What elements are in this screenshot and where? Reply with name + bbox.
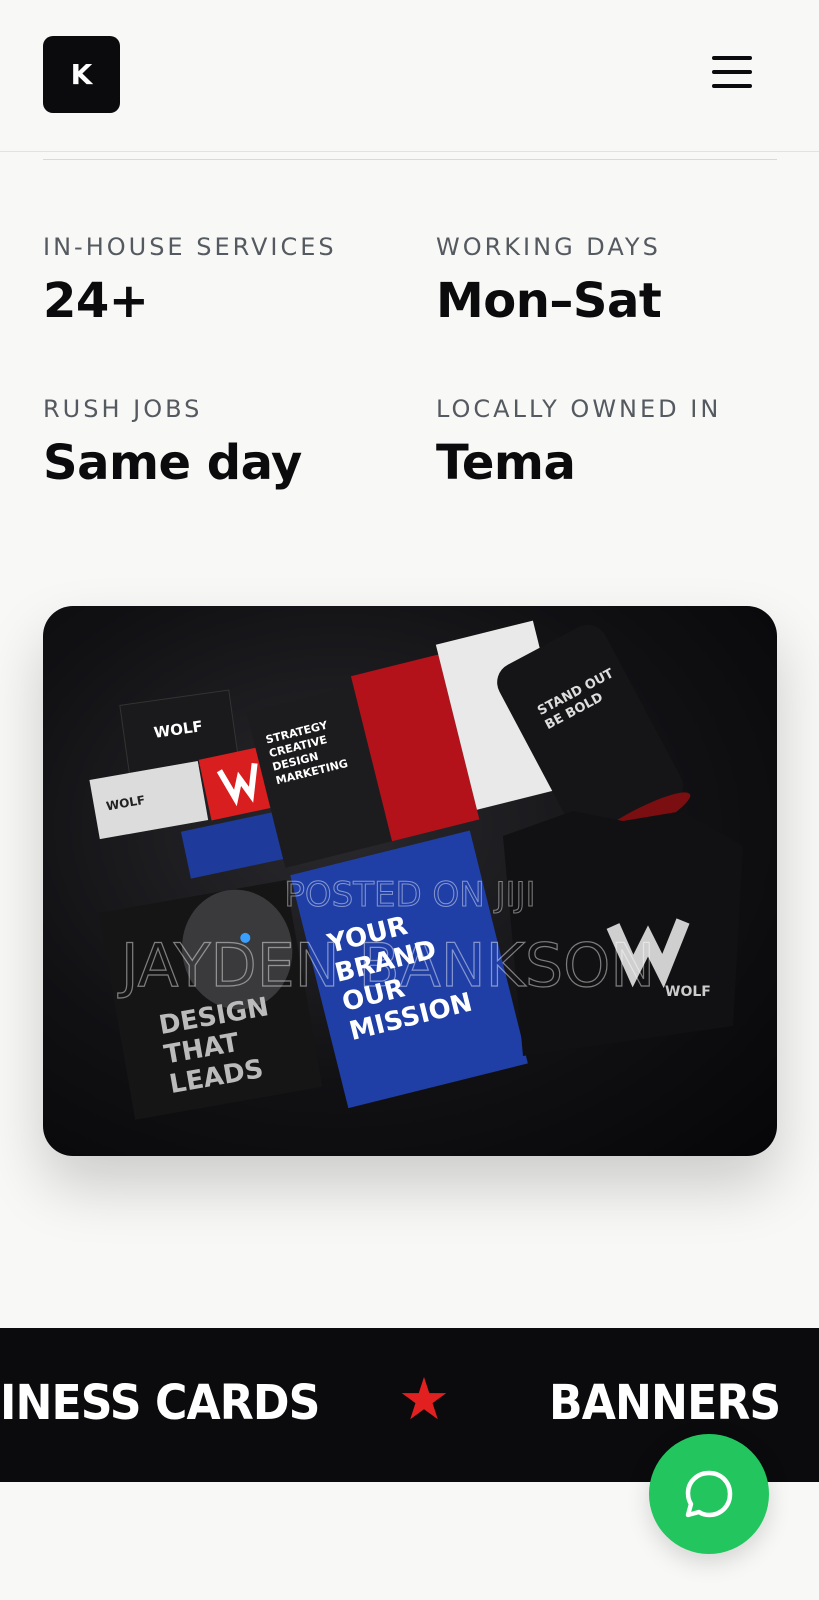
marquee-item: BANNERS <box>549 1375 781 1431</box>
hamburger-icon-line <box>712 84 752 88</box>
stat-label: IN-HOUSE SERVICES <box>43 233 337 261</box>
stat-label: WORKING DAYS <box>436 233 661 261</box>
stat-label: LOCALLY OWNED IN <box>436 395 722 423</box>
stat-working-days: WORKING DAYS Mon–Sat <box>436 233 662 329</box>
section-divider <box>43 159 777 160</box>
chat-bubble-icon <box>685 1470 733 1518</box>
hamburger-menu-button[interactable] <box>708 52 756 92</box>
business-card-white: WOLF <box>89 760 209 840</box>
stat-rush-jobs: RUSH JOBS Same day <box>43 395 302 491</box>
mockup-illustration: WOLF WOLF STRATEGY CREATIVE DESIGN MARKE… <box>89 620 743 1120</box>
marquee-item: INESS CARDS <box>0 1375 320 1431</box>
stat-value: Tema <box>436 435 576 491</box>
watermark-name: JAYDEN BANKSON <box>117 931 655 1001</box>
hamburger-icon-line <box>712 70 752 74</box>
stat-in-house-services: IN-HOUSE SERVICES 24+ <box>43 233 337 329</box>
logo-letter: K <box>70 58 93 91</box>
site-header: K <box>0 0 819 152</box>
stat-value: 24+ <box>43 273 149 329</box>
stat-locally-owned: LOCALLY OWNED IN Tema <box>436 395 721 491</box>
stat-value: Same day <box>43 435 302 491</box>
logo[interactable]: K <box>43 36 120 113</box>
tshirt-brand-text: WOLF <box>665 984 711 1000</box>
whatsapp-chat-button[interactable] <box>649 1434 769 1554</box>
branding-mockup-image: WOLF WOLF STRATEGY CREATIVE DESIGN MARKE… <box>43 606 777 1156</box>
hamburger-icon <box>712 56 752 60</box>
stat-label: RUSH JOBS <box>43 395 203 423</box>
star-icon: ★ <box>398 1365 450 1433</box>
stat-value: Mon–Sat <box>436 273 662 329</box>
watermark-posted-on: POSTED ON JIJI <box>284 875 535 915</box>
